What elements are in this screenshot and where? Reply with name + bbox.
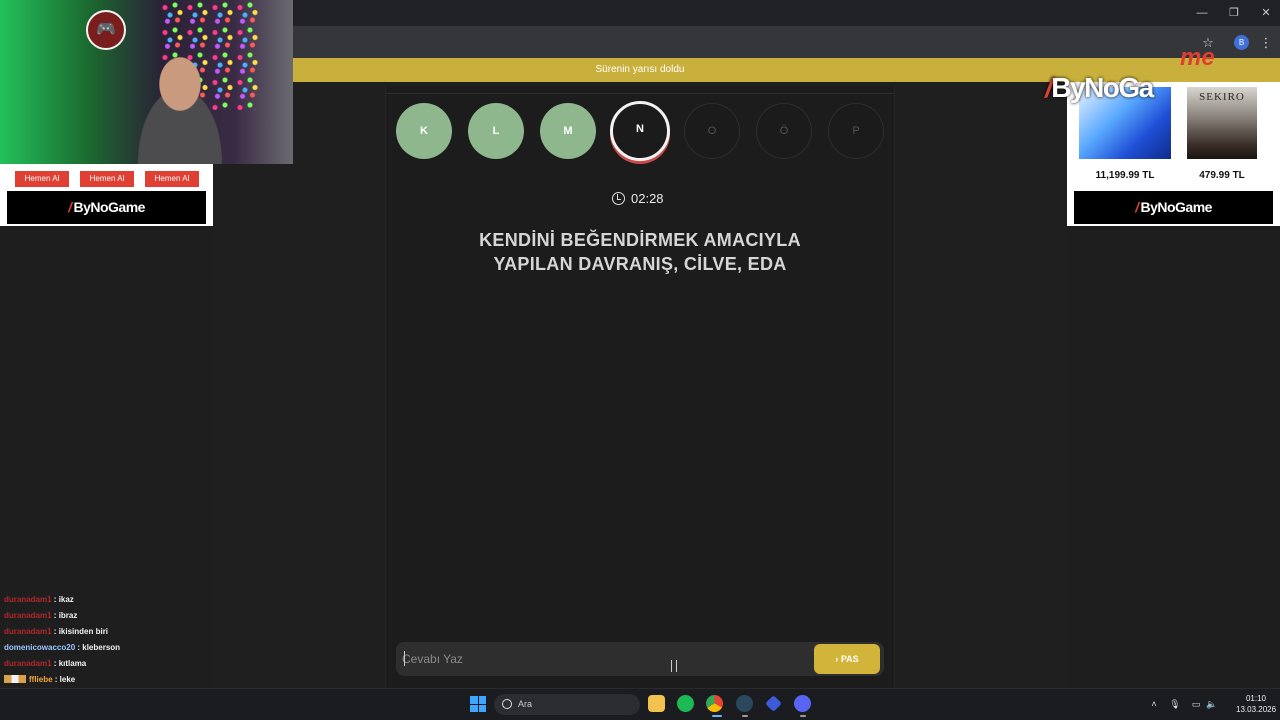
big-logo-text: ByNoGa xyxy=(1051,72,1154,103)
active-indicator xyxy=(712,715,722,717)
minimize-button[interactable]: — xyxy=(1188,4,1216,22)
chat-text: kleberson xyxy=(82,643,121,652)
text-caret xyxy=(404,651,405,666)
chat-text: ikaz xyxy=(58,595,74,604)
question-line-1: KENDİNİ BEĞENDİRMEK AMACIYLA xyxy=(479,230,801,250)
chat-username[interactable]: duranadam1 xyxy=(4,659,52,668)
running-indicator xyxy=(742,715,748,717)
chevron-right-icon: › xyxy=(835,654,839,664)
speaker-icon[interactable]: 🔈 xyxy=(1206,698,1218,710)
microphone-icon[interactable]: 🎙 xyxy=(1169,698,1181,710)
webcam-overlay: 🎮 xyxy=(0,0,293,164)
chat-separator: : xyxy=(51,659,59,668)
game-panel-header xyxy=(385,86,895,94)
letter-6: Ö xyxy=(756,103,812,159)
me-badge: me xyxy=(1180,44,1215,71)
chat-message: duranadam1 : ikisinden biri xyxy=(4,624,214,640)
answer-input[interactable] xyxy=(402,648,802,670)
windows-price: 11,199.99 TL xyxy=(1095,170,1155,181)
chat-username[interactable]: duranadam1 xyxy=(4,611,52,620)
user-badges-icon xyxy=(4,675,26,683)
clock-time: 01:10 xyxy=(1245,694,1267,703)
letter-4: N xyxy=(610,101,670,161)
windows-taskbar xyxy=(0,688,1280,720)
left-brand-name: ByNoGame xyxy=(73,199,145,215)
buy-now-button-2[interactable]: Hemen Al xyxy=(80,171,134,187)
chat-separator: : xyxy=(51,595,59,604)
brand-slash-icon: / xyxy=(68,199,72,215)
chat-text: ibraz xyxy=(58,611,78,620)
screen: — ❐ ✕ ☆ B ⋮ Sürenin yarısı doldu KLMNOÖP… xyxy=(0,0,1280,720)
chat-message: ffliebe : leke xyxy=(4,672,214,688)
text-cursor-icon xyxy=(671,660,677,672)
chevron-up-icon[interactable]: ˄ xyxy=(1148,698,1160,710)
steam-icon[interactable] xyxy=(736,695,753,712)
letter-5: O xyxy=(684,103,740,159)
sekiro-price: 479.99 TL xyxy=(1199,170,1245,181)
clock-icon xyxy=(612,192,625,205)
letter-7: P xyxy=(828,103,884,159)
chat-text: kıtlama xyxy=(58,659,87,668)
gamepad-logo-icon: 🎮 xyxy=(86,10,126,50)
game-panel xyxy=(385,86,895,688)
timer-value: 02:28 xyxy=(631,191,664,206)
chat-text: leke xyxy=(59,675,76,684)
chat-message: duranadam1 : kıtlama xyxy=(4,656,214,672)
search-icon xyxy=(502,699,512,709)
chrome-icon[interactable] xyxy=(706,695,723,712)
brand-slash-icon: / xyxy=(1135,199,1139,215)
file-explorer-icon[interactable] xyxy=(648,695,665,712)
chat-separator: : xyxy=(51,627,59,636)
chat-username[interactable]: duranadam1 xyxy=(4,627,52,636)
chat-username[interactable]: ffliebe xyxy=(29,675,53,684)
running-indicator xyxy=(800,715,806,717)
buy-now-button-1[interactable]: Hemen Al xyxy=(15,171,69,187)
system-clock[interactable]: 01:10 13.03.2026 xyxy=(1236,693,1276,715)
letter-3: M xyxy=(540,103,596,159)
question-line-2: YAPILAN DAVRANIŞ, CİLVE, EDA xyxy=(493,254,787,274)
buy-now-button-3[interactable]: Hemen Al xyxy=(145,171,199,187)
chat-text: ikisinden biri xyxy=(58,627,109,636)
chat-username[interactable]: duranadam1 xyxy=(4,595,52,604)
streamer xyxy=(115,48,245,164)
browser-menu-icon[interactable]: ⋮ xyxy=(1258,35,1274,51)
question-text: KENDİNİ BEĞENDİRMEK AMACIYLA YAPILAN DAV… xyxy=(430,228,850,276)
chat-message: duranadam1 : ikaz xyxy=(4,592,214,608)
close-window-button[interactable]: ✕ xyxy=(1252,4,1280,22)
left-brand-bar[interactable]: / ByNoGame xyxy=(7,191,206,224)
countdown-timer: 02:28 xyxy=(612,190,664,208)
pass-button[interactable]: › PAS xyxy=(814,644,880,674)
discord-icon[interactable] xyxy=(794,695,811,712)
chat-separator: : xyxy=(51,611,59,620)
chat-message: domenicowacco20 : kleberson xyxy=(4,640,214,656)
spotify-icon[interactable] xyxy=(677,695,694,712)
profile-avatar[interactable]: B xyxy=(1234,35,1249,50)
chat-separator: : xyxy=(52,675,60,684)
network-icon[interactable]: ▭ xyxy=(1190,698,1202,710)
letter-2: L xyxy=(468,103,524,159)
windows-start-icon[interactable] xyxy=(470,696,486,712)
chat-message: duranadam1 : ibraz xyxy=(4,608,214,624)
pass-label: PAS xyxy=(840,654,859,664)
taskbar-search[interactable]: Ara xyxy=(494,694,640,715)
right-brand-bar[interactable]: / ByNoGame xyxy=(1074,191,1273,224)
clock-date: 13.03.2026 xyxy=(1236,705,1277,714)
right-brand-name: ByNoGame xyxy=(1140,199,1212,215)
letter-1: K xyxy=(396,103,452,159)
restore-button[interactable]: ❐ xyxy=(1220,4,1248,22)
chat-username[interactable]: domenicowacco20 xyxy=(4,643,75,652)
